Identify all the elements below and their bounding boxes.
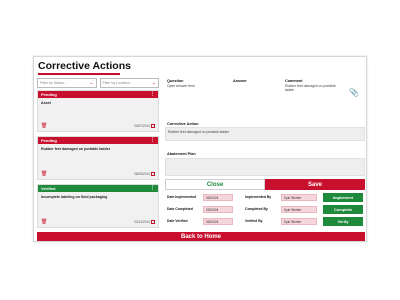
- verified-by-label: Verified By: [245, 219, 263, 223]
- action-detail-panel: Question Open Answer Item Answer Comment…: [165, 78, 365, 230]
- abatement-plan-label: Abatement Plan: [167, 152, 196, 156]
- action-card[interactable]: Verified ⋮ Incomplete labeling on fluid …: [37, 184, 159, 228]
- card-date: 02/14/2024: [134, 219, 150, 224]
- action-card[interactable]: Pending ⋮ Rubber feet damaged on portabl…: [37, 136, 159, 180]
- verified-by-field[interactable]: Kyle Worker: [281, 218, 317, 225]
- filters-bar: Filter by Status... ⌄ Filter by Location…: [37, 78, 159, 88]
- card-status-label: Pending: [41, 138, 57, 143]
- kebab-icon[interactable]: ⋮: [150, 138, 155, 143]
- trash-icon[interactable]: 🗑: [41, 171, 47, 177]
- location-filter-placeholder: Filter by Location...: [102, 81, 133, 85]
- card-status-header: Pending ⋮: [38, 137, 158, 144]
- date-completed-label: Date Completed: [167, 207, 193, 211]
- corrective-action-label: Corrective Action: [167, 122, 199, 126]
- corrective-action-field[interactable]: Rubber feet damaged on portable ladder: [165, 127, 365, 141]
- status-filter-placeholder: Filter by Status...: [40, 81, 67, 85]
- complete-button[interactable]: Complete: [323, 205, 363, 214]
- card-footer: 🗑 03/07/2024: [41, 123, 155, 129]
- question-label: Question: [167, 79, 184, 83]
- close-button[interactable]: Close: [165, 179, 265, 190]
- kebab-icon[interactable]: ⋮: [150, 92, 155, 97]
- answer-label: Answer: [233, 79, 247, 83]
- completed-by-field[interactable]: Kyle Worker: [281, 206, 317, 213]
- action-card[interactable]: Pending ⋮ Asset 🗑 03/07/2024: [37, 90, 159, 132]
- status-filter-select[interactable]: Filter by Status... ⌄: [37, 78, 97, 88]
- card-title: Asset: [41, 101, 51, 105]
- card-status-header: Verified ⋮: [38, 185, 158, 192]
- actions-list-panel: Filter by Status... ⌄ Filter by Location…: [37, 78, 159, 230]
- back-to-home-button[interactable]: Back to Home: [37, 232, 365, 241]
- corrective-actions-window: Corrective Actions Filter by Status... ⌄…: [33, 56, 367, 242]
- paperclip-icon[interactable]: 📎: [349, 88, 359, 97]
- date-verified-field[interactable]: 03/03/24: [203, 218, 233, 225]
- date-completed-field[interactable]: 03/03/24: [203, 206, 233, 213]
- card-date: 08/25/2024: [134, 171, 150, 176]
- implement-button[interactable]: Implement: [323, 193, 363, 202]
- calendar-icon: [151, 124, 155, 129]
- date-verified-label: Date Verified: [167, 219, 188, 223]
- date-implemented-field[interactable]: 03/03/24: [203, 194, 233, 201]
- card-footer: 🗑 08/25/2024: [41, 171, 155, 177]
- card-status-header: Pending ⋮: [38, 91, 158, 98]
- implemented-by-label: Implemented By: [245, 195, 272, 199]
- abatement-plan-field[interactable]: [165, 158, 365, 176]
- chevron-down-icon: ⌄: [151, 79, 156, 86]
- kebab-icon[interactable]: ⋮: [150, 186, 155, 191]
- page-title: Corrective Actions: [38, 60, 131, 72]
- card-title: Incomplete labeling on fluid packaging: [41, 195, 108, 199]
- calendar-icon: [151, 172, 155, 177]
- card-footer: 🗑 02/14/2024: [41, 219, 155, 225]
- date-implemented-label: Date Implemented: [167, 195, 197, 199]
- comment-value: Rubber feet damaged on portable ladder: [285, 84, 336, 92]
- implemented-row: Date Implemented 03/03/24 Implemented By…: [165, 193, 365, 202]
- card-status-label: Verified: [41, 186, 56, 191]
- save-button[interactable]: Save: [265, 179, 365, 190]
- implemented-by-field[interactable]: Kyle Worker: [281, 194, 317, 201]
- title-underline: [38, 73, 120, 75]
- trash-icon[interactable]: 🗑: [41, 123, 47, 129]
- completed-row: Date Completed 03/03/24 Completed By Kyl…: [165, 205, 365, 214]
- chevron-down-icon: ⌄: [89, 79, 94, 86]
- card-status-label: Pending: [41, 92, 57, 97]
- trash-icon[interactable]: 🗑: [41, 219, 47, 225]
- comment-label: Comment: [285, 79, 303, 83]
- location-filter-select[interactable]: Filter by Location... ⌄: [99, 78, 159, 88]
- calendar-icon: [151, 220, 155, 225]
- verified-row: Date Verified 03/03/24 Verified By Kyle …: [165, 217, 365, 226]
- verify-button[interactable]: Verify: [323, 217, 363, 226]
- card-date: 03/07/2024: [134, 123, 150, 128]
- question-value: Open Answer Item: [167, 84, 195, 88]
- completed-by-label: Completed By: [245, 207, 268, 211]
- card-title: Rubber feet damaged on portable ladder: [41, 147, 111, 151]
